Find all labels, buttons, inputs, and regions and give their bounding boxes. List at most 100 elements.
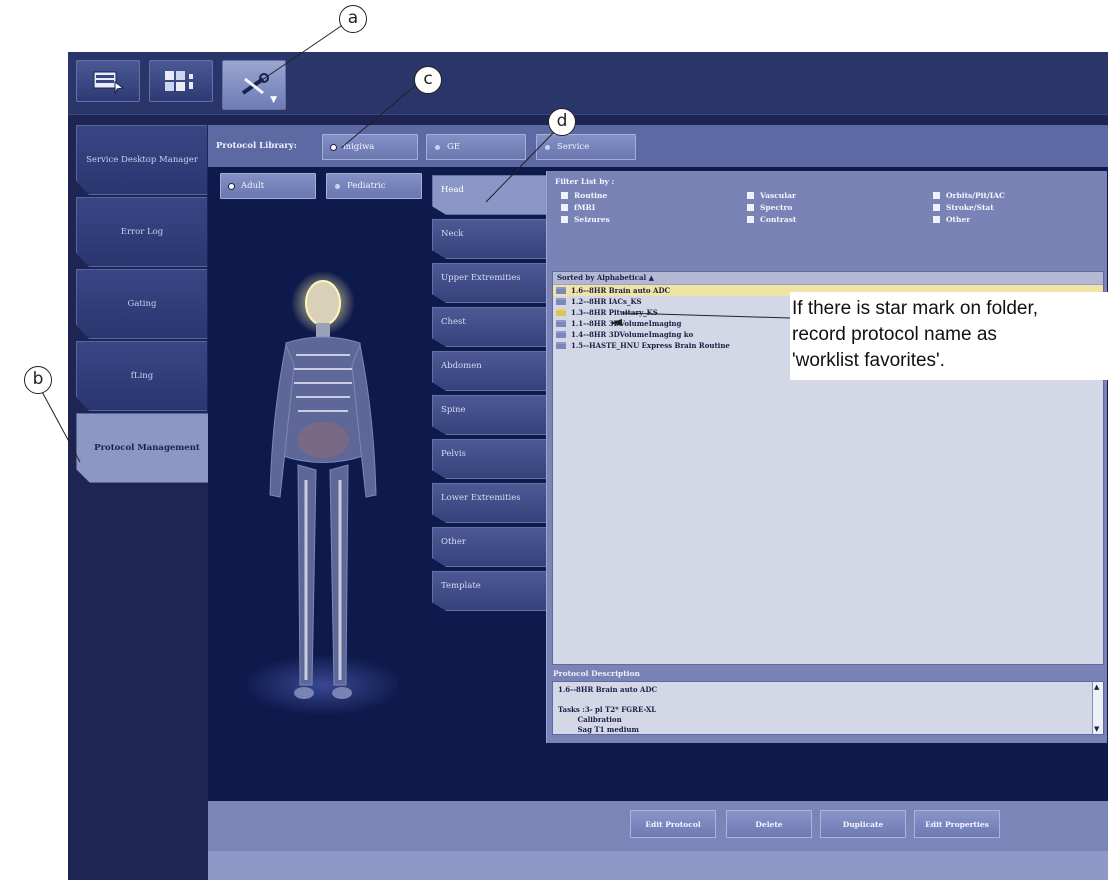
scroll-up-icon[interactable]: ▲ [1094, 683, 1099, 691]
radio-dot-icon [435, 144, 440, 150]
nav-fling[interactable]: fLing [76, 341, 207, 411]
radio-dot-icon [335, 183, 340, 189]
tools-button[interactable]: ▼ [222, 60, 286, 110]
filter-other[interactable]: Other [933, 215, 970, 224]
callout-b: b [24, 366, 52, 394]
tab-spine[interactable]: Spine [432, 395, 550, 435]
filter-item-label: Routine [574, 191, 608, 200]
filter-item-label: Vascular [760, 191, 796, 200]
checkbox-icon [933, 192, 940, 199]
folder-icon [556, 331, 566, 338]
filter-orbits-pit-iac[interactable]: Orbits/Pit/IAC [933, 191, 1005, 200]
checkbox-icon [747, 192, 754, 199]
filter-spectro[interactable]: Spectro [747, 203, 792, 212]
status-area [208, 851, 1108, 880]
folder-icon [556, 320, 566, 327]
tab-upper-extremities[interactable]: Upper Extremities [432, 263, 550, 303]
folder-icon [556, 287, 566, 294]
protocol-library-bar: Protocol Library: migiwa GE Service [208, 125, 1108, 167]
checkbox-icon [933, 216, 940, 223]
library-option-service[interactable]: Service [536, 134, 636, 160]
chevron-down-icon: ▼ [270, 95, 277, 105]
patient-pediatric-option[interactable]: Pediatric [326, 173, 422, 199]
checkbox-icon [561, 216, 568, 223]
nav-error-log[interactable]: Error Log [76, 197, 207, 267]
filter-fmri[interactable]: fMRI [561, 203, 595, 212]
anatomy-body-figure[interactable] [248, 265, 398, 725]
patient-adult-option[interactable]: Adult [220, 173, 316, 199]
library-option-label: GE [447, 142, 460, 152]
patient-option-label: Adult [241, 181, 265, 191]
nav-protocol-management[interactable]: Protocol Management [76, 413, 217, 483]
tab-lower-extremities[interactable]: Lower Extremities [432, 483, 550, 523]
filter-routine[interactable]: Routine [561, 191, 607, 200]
tab-head[interactable]: Head [432, 175, 552, 215]
callout-d: d [548, 108, 576, 136]
protocol-name: 1.6--8HR Brain auto ADC [571, 286, 671, 295]
library-option-ge[interactable]: GE [426, 134, 526, 160]
scroll-down-icon[interactable]: ▼ [1094, 725, 1099, 733]
filter-item-label: Stroke/Stat [946, 203, 994, 212]
nav-gating[interactable]: Gating [76, 269, 207, 339]
protocol-description-text: 1.6--8HR Brain auto ADC Tasks :3- pl T2*… [558, 685, 658, 734]
sort-header[interactable]: Sorted by Alphabetical ▲ [553, 272, 1103, 285]
callout-c: c [414, 66, 442, 94]
filter-item-label: Contrast [760, 215, 797, 224]
edit-protocol-button[interactable]: Edit Protocol [630, 810, 716, 838]
tab-pelvis[interactable]: Pelvis [432, 439, 550, 479]
duplicate-button[interactable]: Duplicate [820, 810, 906, 838]
filter-item-label: Spectro [760, 203, 793, 212]
callout-a: a [339, 5, 367, 33]
filter-contrast[interactable]: Contrast [747, 215, 796, 224]
delete-button[interactable]: Delete [726, 810, 812, 838]
filter-seizures[interactable]: Seizures [561, 215, 610, 224]
main-panel: Protocol Library: migiwa GE Service Adul… [208, 125, 1108, 880]
filter-item-label: Other [946, 215, 971, 224]
protocol-name: 1.5--HASTE_HNU Express Brain Routine [571, 341, 730, 350]
checkbox-icon [747, 216, 754, 223]
filter-vascular[interactable]: Vascular [747, 191, 796, 200]
tab-other[interactable]: Other [432, 527, 550, 567]
annotation-note: If there is star mark on folder, record … [790, 292, 1108, 380]
radio-dot-icon [229, 183, 234, 189]
library-option-label: migiwa [343, 142, 375, 152]
library-option-label: Service [557, 142, 590, 152]
checkbox-icon [933, 204, 940, 211]
scan-monitor-button[interactable] [76, 60, 140, 102]
folder-icon [556, 342, 566, 349]
filter-item-label: fMRI [574, 203, 596, 212]
description-scrollbar[interactable]: ▲ ▼ [1092, 682, 1103, 734]
protocol-library-label: Protocol Library: [216, 141, 297, 151]
radio-dot-icon [331, 144, 336, 150]
protocol-name: 1.1--8HR 3DVolumeImaging [571, 319, 682, 328]
app-window: ▼ Service Desktop Manager Error Log Gati… [68, 52, 1108, 880]
checkbox-icon [561, 192, 568, 199]
checkbox-icon [561, 204, 568, 211]
protocol-browser: Adult Pediatric Head Neck Upper Extremit… [208, 167, 1108, 795]
filter-label: Filter List by : [555, 177, 615, 186]
image-viewer-icon [150, 61, 212, 101]
scan-monitor-icon [77, 61, 139, 101]
image-viewer-button[interactable] [149, 60, 213, 102]
library-option-migiwa[interactable]: migiwa [322, 134, 418, 160]
tab-template[interactable]: Template [432, 571, 550, 611]
filter-stroke-stat[interactable]: Stroke/Stat [933, 203, 994, 212]
filter-item-label: Orbits/Pit/IAC [946, 191, 1005, 200]
protocol-list-panel: Filter List by : Routine fMRI Seizures V… [546, 171, 1107, 743]
nav-service-desktop-manager[interactable]: Service Desktop Manager [76, 125, 207, 195]
protocol-description-label: Protocol Description [553, 669, 640, 678]
tab-abdomen[interactable]: Abdomen [432, 351, 550, 391]
folder-icon [556, 298, 566, 305]
radio-dot-icon [545, 144, 550, 150]
tab-chest[interactable]: Chest [432, 307, 550, 347]
annotation-line: 'worklist favorites'. [792, 350, 945, 371]
patient-option-label: Pediatric [347, 181, 386, 191]
checkbox-icon [747, 204, 754, 211]
annotation-line: record protocol name as [792, 324, 997, 345]
protocol-description-box[interactable]: 1.6--8HR Brain auto ADC Tasks :3- pl T2*… [552, 681, 1104, 735]
protocol-name: 1.2--8HR IACs_KS [571, 297, 642, 306]
action-bar: Edit Protocol Delete Duplicate Edit Prop… [208, 801, 1108, 851]
edit-properties-button[interactable]: Edit Properties [914, 810, 1000, 838]
filter-item-label: Seizures [574, 215, 610, 224]
tab-neck[interactable]: Neck [432, 219, 550, 259]
